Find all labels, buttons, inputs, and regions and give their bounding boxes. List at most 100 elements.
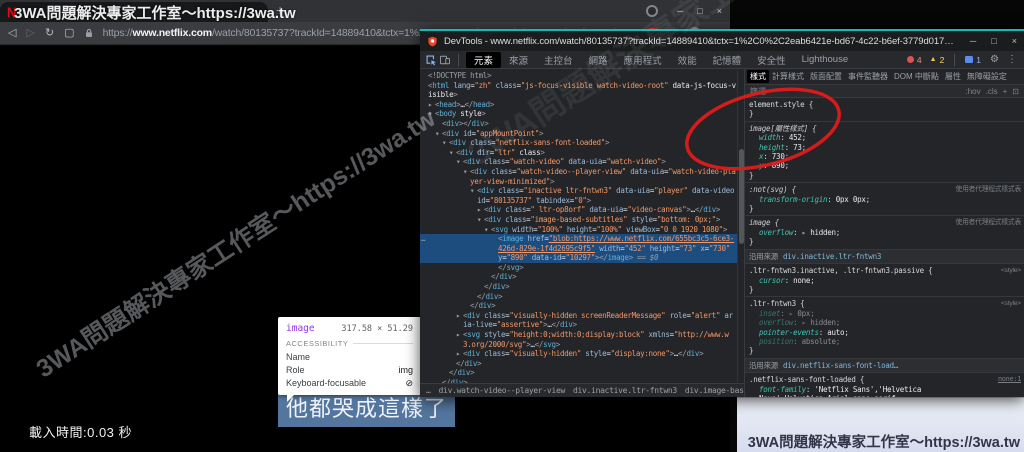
issues-badge[interactable]: 1	[965, 55, 981, 65]
record-indicator-icon	[646, 5, 658, 17]
styles-control[interactable]: :hov	[966, 87, 981, 96]
devtools-title-text: DevTools - www.netflix.com/watch/8013573…	[444, 36, 956, 47]
styles-tab-DOM 中斷點[interactable]: DOM 中斷點	[891, 70, 942, 83]
css-property[interactable]: cursor: none;	[749, 276, 1021, 285]
devtools-tab-應用程式[interactable]: 應用程式	[616, 52, 670, 68]
console-warning-badge[interactable]: ▲ 2	[930, 55, 945, 65]
browser-window-controls: ─ □ ×	[677, 0, 722, 22]
styles-control[interactable]: +	[1003, 87, 1008, 96]
back-icon[interactable]: ◁	[8, 28, 16, 39]
styles-control[interactable]: .cls	[986, 87, 998, 96]
breadcrumb-item[interactable]: div.watch-video--player-view	[439, 386, 565, 395]
browser-tab-netflix[interactable]: N	[0, 2, 268, 22]
maximize-button[interactable]: □	[697, 6, 702, 16]
styles-tab-版面配置[interactable]: 版面配置	[807, 70, 845, 83]
devtools-tab-安全性[interactable]: 安全性	[749, 52, 794, 68]
dom-node-line[interactable]: </div>	[420, 359, 737, 369]
dom-node-line[interactable]: </div>	[420, 282, 737, 292]
styles-tab-屬性[interactable]: 屬性	[942, 70, 964, 83]
dom-node-line[interactable]: ▸<div class=" ltr-op8orf" data-uia="vide…	[420, 205, 737, 215]
css-property[interactable]: transform-origin: 0px 0px;	[749, 195, 1021, 204]
breadcrumb-item[interactable]: …	[426, 386, 431, 395]
breadcrumb-item[interactable]: div.inactive.ltr-fntwn3	[573, 386, 677, 395]
dom-node-line[interactable]: ▾<svg width="100%" height="100%" viewBox…	[420, 225, 737, 235]
devtools-close-button[interactable]: ×	[1012, 36, 1017, 46]
red-annotation-ellipse	[660, 85, 870, 195]
style-rule[interactable]: .ltr-fntwn3.inactive, .ltr-fntwn3.passiv…	[745, 264, 1024, 297]
dom-node-line[interactable]: <image href="blob:https://www.netflix.co…	[420, 234, 737, 263]
dom-node-line[interactable]: </svg>	[420, 263, 737, 273]
forward-icon[interactable]: ▷	[26, 28, 34, 39]
css-property[interactable]: position: absolute;	[749, 337, 1021, 346]
dom-node-line[interactable]: </div>	[420, 368, 737, 378]
warning-icon: ▲	[930, 56, 937, 63]
desktop-background-area	[737, 397, 1024, 452]
dom-node-line[interactable]: </div>	[420, 301, 737, 311]
inherited-from-bar: 沿用來源div.inactive.ltr-fntwn3	[745, 250, 1024, 264]
load-time-status: 載入時間:0.03 秒	[29, 422, 132, 441]
rule-origin: 使用者代理程式樣式表	[956, 218, 1021, 227]
dom-node-line[interactable]: ▸<svg style="height:0;width:0;display:bl…	[420, 330, 737, 349]
minimize-button[interactable]: ─	[677, 6, 683, 16]
devtools-menu-icon[interactable]: ⋮	[1007, 54, 1017, 65]
style-rule[interactable]: .netflix-sans-font-loaded {none:1font-fa…	[745, 373, 1024, 397]
rule-origin[interactable]: none:1	[998, 375, 1021, 384]
close-button[interactable]: ×	[717, 6, 722, 16]
devtools-tab-來源[interactable]: 來源	[501, 52, 536, 68]
devtools-tab-元素[interactable]: 元素	[466, 52, 501, 68]
console-error-badge[interactable]: 4	[907, 55, 922, 65]
bookmark-icon[interactable]: ▢	[64, 28, 74, 39]
new-tab-button[interactable]: +	[276, 2, 284, 18]
devtools-tab-Lighthouse[interactable]: Lighthouse	[794, 53, 856, 66]
rule-origin: 使用者代理程式樣式表	[956, 185, 1021, 194]
tab-strip: N + ─ □ ×	[0, 0, 730, 22]
css-property[interactable]: font-family: 'Netflix Sans','Helvetica N…	[749, 385, 1021, 397]
netflix-favicon: N	[7, 5, 16, 20]
dom-node-line[interactable]: <!DOCTYPE html>	[420, 71, 737, 81]
css-property[interactable]: inset: ▸ 0px;	[749, 309, 1021, 318]
inspect-element-icon[interactable]	[425, 54, 437, 66]
rule-origin: <style>	[1001, 266, 1021, 275]
dom-node-line[interactable]: </div>	[420, 292, 737, 302]
css-property[interactable]: overflow: ▸ hidden;	[749, 228, 1021, 237]
devtools-tab-效能[interactable]: 效能	[670, 52, 705, 68]
inherited-from-bar: 沿用來源div.netflix-sans-font-load…	[745, 359, 1024, 373]
devtools-toolbar: 元素來源主控台網路應用程式效能記憶體安全性Lighthouse 4 ▲ 2 1 …	[420, 51, 1024, 69]
styles-tab-事件監聽器[interactable]: 事件監聽器	[845, 70, 891, 83]
devtools-tab-主控台[interactable]: 主控台	[536, 52, 581, 68]
tooltip-accessibility-header: ACCESSIBILITY	[286, 339, 348, 348]
screen: N + ─ □ × ◁ ▷ ↻ ▢ https://www.netflix.co…	[0, 0, 1024, 452]
device-toolbar-icon[interactable]	[439, 54, 451, 66]
dom-node-line[interactable]: ▸<div class="visually-hidden screenReade…	[420, 311, 737, 330]
issues-count: 1	[976, 55, 981, 65]
tooltip-element-tag: image	[286, 323, 315, 334]
styles-tab-樣式[interactable]: 樣式	[747, 70, 769, 83]
dom-node-line[interactable]: ▾<div class="image-based-subtitles" styl…	[420, 215, 737, 225]
styles-control[interactable]: ⊡	[1012, 87, 1019, 96]
inspect-tooltip: image 317.58 × 51.29 ACCESSIBILITY NameR…	[278, 317, 421, 395]
styles-tab-計算樣式[interactable]: 計算樣式	[769, 70, 807, 83]
dom-node-line[interactable]: ▸<div class="visually-hidden" style="dis…	[420, 349, 737, 359]
style-rule[interactable]: image {使用者代理程式樣式表overflow: ▸ hidden;}	[745, 216, 1024, 249]
styles-tab-無障礙設定[interactable]: 無障礙設定	[964, 70, 1010, 83]
issues-icon	[965, 56, 973, 63]
reload-icon[interactable]: ↻	[45, 28, 54, 39]
tooltip-element-size: 317.58 × 51.29	[341, 324, 413, 334]
inherited-source-link[interactable]: div.inactive.ltr-fntwn3	[783, 252, 881, 261]
tooltip-row: Name	[286, 351, 413, 364]
style-rule[interactable]: .ltr-fntwn3 {<style>inset: ▸ 0px;overflo…	[745, 297, 1024, 358]
error-icon	[907, 56, 914, 63]
devtools-tab-網路[interactable]: 網路	[581, 52, 616, 68]
inherited-source-link[interactable]: div.netflix-sans-font-load…	[783, 361, 898, 370]
devtools-shield-icon	[427, 36, 438, 47]
settings-gear-icon[interactable]: ⚙	[990, 54, 999, 65]
breadcrumb: … div.watch-video--player-view div.inactiv…	[420, 383, 744, 397]
css-property[interactable]: pointer-events: auto;	[749, 328, 1021, 337]
devtools-minimize-button[interactable]: ─	[970, 36, 976, 46]
devtools-title-bar[interactable]: DevTools - www.netflix.com/watch/8013573…	[420, 31, 1024, 51]
css-property[interactable]: overflow: ▸ hidden;	[749, 318, 1021, 327]
breadcrumb-item[interactable]: div.image-based-subtitles	[685, 386, 744, 395]
devtools-maximize-button[interactable]: □	[991, 36, 996, 46]
devtools-tab-記憶體[interactable]: 記憶體	[705, 52, 750, 68]
dom-node-line[interactable]: </div>	[420, 272, 737, 282]
